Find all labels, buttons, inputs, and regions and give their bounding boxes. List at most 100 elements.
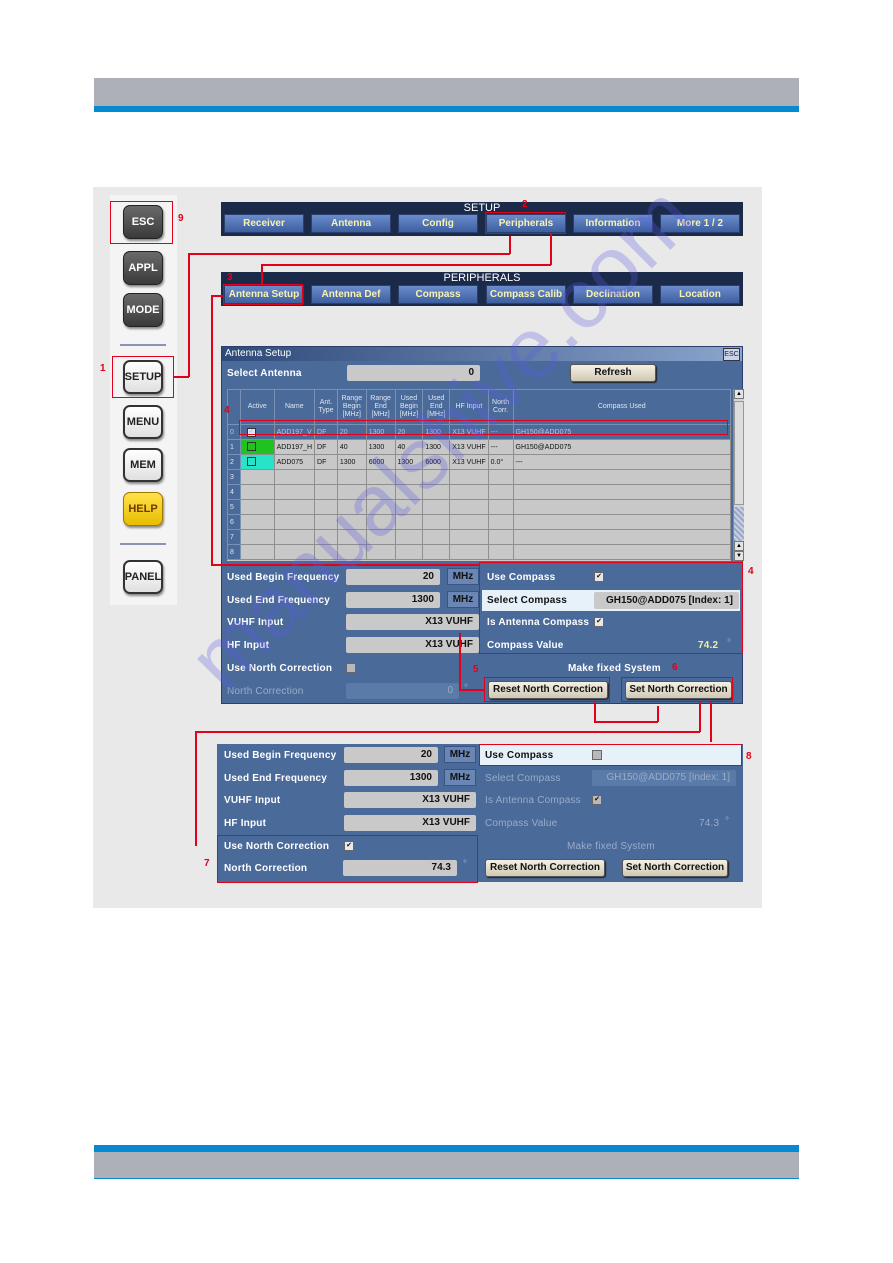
is-antenna-compass-label: Is Antenna Compass (485, 795, 581, 806)
active-cell[interactable] (239, 544, 275, 560)
callout-number: 9 (178, 213, 184, 224)
hf-input-field[interactable]: X13 VUHF (344, 815, 476, 831)
use-compass-checkbox[interactable]: ✔ (594, 572, 604, 582)
active-cell[interactable] (239, 484, 275, 500)
select-compass-field[interactable]: GH150@ADD075 [Index: 1] (594, 592, 739, 609)
use-compass-label: Use Compass (485, 750, 554, 761)
table-row[interactable]: 8 (227, 544, 731, 560)
cell-hf-input (449, 499, 489, 515)
esc-key[interactable]: ESC (123, 205, 163, 239)
used-begin-frequency-field[interactable]: 20 (344, 747, 438, 763)
mem-key[interactable]: MEM (123, 448, 163, 482)
active-checkbox[interactable]: ✔ (246, 427, 256, 437)
vuhf-input-field[interactable]: X13 VUHF (344, 792, 476, 808)
active-checkbox[interactable] (246, 456, 256, 466)
scroll-up-button[interactable]: ▲ (734, 389, 744, 399)
table-row[interactable]: 3 (227, 469, 731, 485)
refresh-button[interactable]: Refresh (570, 364, 656, 382)
cell-used-end (422, 469, 451, 485)
softkey-peripherals[interactable]: Peripherals (486, 214, 566, 233)
softkey-antenna-setup[interactable]: Antenna Setup (224, 285, 304, 304)
scroll-track[interactable] (734, 507, 744, 541)
table-row[interactable]: 4 (227, 484, 731, 500)
cell-name: ADD197_H (273, 439, 316, 455)
use-compass-checkbox[interactable] (592, 750, 602, 760)
cell-hf-input: X13 VUHF (449, 454, 489, 470)
table-row[interactable]: 5 (227, 499, 731, 515)
setup-key[interactable]: SETUP (123, 360, 163, 394)
active-cell[interactable] (239, 469, 275, 485)
active-cell[interactable] (239, 454, 275, 470)
north-correction-field[interactable]: 0 (346, 683, 459, 699)
cell-type (314, 469, 338, 485)
use-north-correction-checkbox[interactable]: ✔ (344, 841, 354, 851)
select-compass-field[interactable]: GH150@ADD075 [Index: 1] (592, 770, 736, 786)
appl-key[interactable]: APPL (123, 251, 163, 285)
help-key[interactable]: HELP (123, 492, 163, 526)
select-antenna-field[interactable]: 0 (347, 365, 480, 381)
use-north-correction-checkbox[interactable] (346, 663, 356, 673)
active-cell[interactable] (239, 499, 275, 515)
menu-key[interactable]: MENU (123, 405, 163, 439)
cell-compass (512, 529, 731, 545)
set-north-correction-button[interactable]: Set North Correction (622, 859, 728, 877)
active-cell[interactable]: ✔ (239, 424, 275, 440)
active-cell[interactable] (239, 439, 275, 455)
softkey-declination[interactable]: Declination (573, 285, 653, 304)
cell-range-end (365, 544, 396, 560)
table-row[interactable]: 6 (227, 514, 731, 530)
table-scrollbar[interactable]: ▲ ▲ ▼ (733, 389, 744, 561)
used-end-frequency-field[interactable]: 1300 (344, 770, 438, 786)
row-index: 6 (227, 514, 241, 530)
scroll-down-button[interactable]: ▼ (734, 551, 744, 561)
set-north-correction-button[interactable]: Set North Correction (625, 681, 732, 699)
cell-range-begin (336, 544, 367, 560)
cell-used-begin: 20 (394, 424, 424, 440)
cell-used-end (422, 529, 451, 545)
cell-range-end (365, 469, 396, 485)
cell-north-corr (487, 529, 514, 545)
cell-range-end: 6000 (365, 454, 396, 470)
used-end-frequency-field[interactable]: 1300 (346, 592, 440, 608)
connector-line (459, 633, 461, 690)
antenna-table-body: 0 ✔ ADD197_V DF 20 1300 20 1300 X13 VUHF --- GH150… (227, 424, 731, 560)
use-north-correction-label: Use North Correction (224, 841, 330, 852)
cell-north-corr: 0.0° (487, 454, 514, 470)
table-row[interactable]: 2 ADD075 DF 1300 6000 1300 6000 X13 VUHF 0.0° --- (227, 454, 731, 470)
reset-north-correction-button[interactable]: Reset North Correction (485, 859, 605, 877)
used-end-unit: MHz (444, 769, 476, 786)
mode-key[interactable]: MODE (123, 293, 163, 327)
reset-north-correction-button[interactable]: Reset North Correction (488, 681, 608, 699)
softkey-receiver[interactable]: Receiver (224, 214, 304, 233)
cell-compass: GH150@ADD075 (512, 424, 731, 440)
used-begin-frequency-field[interactable]: 20 (346, 569, 440, 585)
scroll-up-button[interactable]: ▲ (734, 541, 744, 551)
active-cell[interactable] (239, 529, 275, 545)
table-row[interactable]: 7 (227, 529, 731, 545)
cell-name (273, 469, 316, 485)
softkey-location[interactable]: Location (660, 285, 740, 304)
north-correction-field[interactable]: 74.3 (343, 860, 457, 876)
peripherals-menu-title: PERIPHERALS (443, 272, 521, 284)
dialog-esc-button[interactable]: ESC (723, 348, 740, 361)
is-antenna-compass-checkbox[interactable]: ✔ (592, 795, 602, 805)
softkey-antenna-def[interactable]: Antenna Def (311, 285, 391, 304)
softkey-compass-calib[interactable]: Compass Calib (486, 285, 566, 304)
softkey-compass[interactable]: Compass (398, 285, 478, 304)
cell-compass (512, 544, 731, 560)
use-compass-label: Use Compass (487, 572, 556, 583)
softkey-information[interactable]: Information (573, 214, 653, 233)
active-cell[interactable] (239, 514, 275, 530)
softkey-config[interactable]: Config (398, 214, 478, 233)
scroll-thumb[interactable] (734, 401, 744, 505)
is-antenna-compass-checkbox[interactable]: ✔ (594, 617, 604, 627)
cell-hf-input: X13 VUHF (449, 424, 489, 440)
softkey-antenna[interactable]: Antenna (311, 214, 391, 233)
softkey-more[interactable]: More 1 / 2 (660, 214, 740, 233)
active-checkbox[interactable] (246, 441, 256, 451)
cell-type (314, 544, 338, 560)
panel-key[interactable]: PANEL (123, 560, 163, 594)
table-row[interactable]: 0 ✔ ADD197_V DF 20 1300 20 1300 X13 VUHF --- GH150… (227, 424, 731, 440)
table-row[interactable]: 1 ADD197_H DF 40 1300 40 1300 X13 VUHF --- GH150@… (227, 439, 731, 455)
vuhf-input-field[interactable]: X13 VUHF (346, 614, 479, 630)
